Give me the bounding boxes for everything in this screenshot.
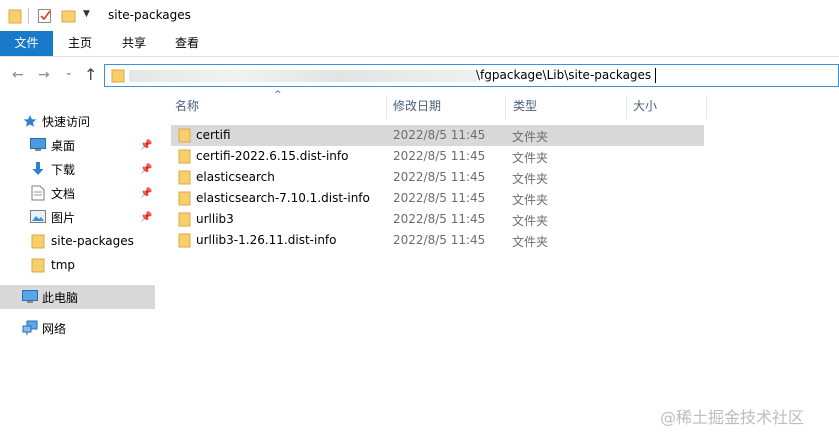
network-icon: [22, 320, 38, 339]
column-header-size[interactable]: 大小: [633, 93, 657, 120]
column-header-name[interactable]: 名称: [175, 93, 199, 120]
file-type: 文件夹: [512, 130, 549, 144]
column-divider[interactable]: [626, 95, 627, 119]
sidebar-item-documents[interactable]: 文档 📌: [0, 181, 155, 205]
sidebar-item-site-packages[interactable]: site-packages: [0, 229, 155, 253]
sidebar-item-label: tmp: [51, 258, 76, 272]
desktop-icon: [30, 138, 46, 155]
sidebar-item-downloads[interactable]: 下载 📌: [0, 157, 155, 181]
sidebar-item-label: 此电脑: [42, 290, 79, 305]
folder-icon: [31, 234, 45, 252]
file-type: 文件夹: [512, 235, 549, 249]
file-name: urllib3: [196, 212, 234, 226]
pictures-icon: [30, 210, 46, 227]
up-arrow-icon[interactable]: ↑: [84, 65, 97, 84]
table-row[interactable]: certifi 2022/8/5 11:45 文件夹: [171, 125, 704, 146]
sidebar-item-label: 图片: [51, 210, 76, 225]
table-row[interactable]: certifi-2022.6.15.dist-info 2022/8/5 11:…: [171, 146, 704, 167]
star-icon: [23, 114, 37, 131]
sidebar-item-label: 快速访问: [42, 114, 91, 129]
sidebar-item-label: site-packages: [51, 234, 134, 248]
properties-icon[interactable]: [37, 8, 53, 27]
file-type: 文件夹: [512, 193, 549, 207]
tab-share[interactable]: 共享: [114, 31, 154, 56]
folder-icon: [178, 170, 191, 188]
address-path[interactable]: \fgpackage\Lib\site-packages: [476, 68, 651, 82]
pin-icon[interactable]: 📌: [140, 164, 152, 175]
navigation-bar: ← → ⌄ ↑ \fgpackage\Lib\site-packages: [0, 57, 839, 93]
back-arrow-icon[interactable]: ←: [12, 67, 24, 83]
sidebar-item-quick-access[interactable]: 快速访问: [0, 109, 155, 133]
file-modified: 2022/8/5 11:45: [393, 212, 486, 226]
folder-icon: [31, 258, 45, 276]
address-bar[interactable]: \fgpackage\Lib\site-packages: [104, 64, 839, 87]
quick-access-separator: [28, 8, 29, 24]
file-modified: 2022/8/5 11:45: [393, 149, 486, 163]
pin-icon[interactable]: 📌: [140, 212, 152, 223]
column-divider[interactable]: [706, 95, 707, 119]
sidebar-item-tmp[interactable]: tmp: [0, 253, 155, 277]
folder-icon: [178, 128, 191, 146]
file-name: elasticsearch-7.10.1.dist-info: [196, 191, 370, 205]
column-header-modified[interactable]: 修改日期: [393, 93, 441, 120]
file-modified: 2022/8/5 11:45: [393, 128, 486, 142]
file-name: urllib3-1.26.11.dist-info: [196, 233, 337, 247]
recent-locations-chevron-icon[interactable]: ⌄: [65, 68, 73, 78]
sidebar-item-pictures[interactable]: 图片 📌: [0, 205, 155, 229]
file-type: 文件夹: [512, 172, 549, 186]
file-list: ^ 名称 修改日期 类型 大小 certifi 2022/8/5 11:45 文…: [158, 90, 839, 440]
address-redacted-segment: [129, 70, 477, 82]
table-row[interactable]: elasticsearch 2022/8/5 11:45 文件夹: [171, 167, 704, 188]
sidebar-item-this-pc[interactable]: 此电脑: [0, 285, 155, 309]
folder-icon: [178, 212, 191, 230]
table-row[interactable]: urllib3-1.26.11.dist-info 2022/8/5 11:45…: [171, 230, 704, 251]
pin-icon[interactable]: 📌: [140, 140, 152, 151]
folder-icon: [178, 191, 191, 209]
sidebar-item-label: 网络: [42, 321, 67, 336]
file-name: elasticsearch: [196, 170, 275, 184]
folder-icon: [111, 69, 125, 86]
computer-icon: [22, 290, 38, 307]
quick-access-dropdown-icon[interactable]: ▼: [83, 9, 90, 19]
sidebar-item-label: 文档: [51, 186, 76, 201]
folder-icon: [178, 149, 191, 167]
folder-icon: [178, 233, 191, 251]
sidebar-item-desktop[interactable]: 桌面 📌: [0, 133, 155, 157]
tab-home[interactable]: 主页: [60, 31, 100, 56]
window-title: site-packages: [108, 8, 191, 22]
sort-ascending-icon: ^: [274, 90, 282, 100]
column-divider[interactable]: [386, 95, 387, 119]
title-bar: ▼ site-packages: [0, 0, 839, 31]
pin-icon[interactable]: 📌: [140, 188, 152, 199]
text-caret: [655, 68, 656, 83]
file-type: 文件夹: [512, 151, 549, 165]
file-modified: 2022/8/5 11:45: [393, 191, 486, 205]
file-modified: 2022/8/5 11:45: [393, 170, 486, 184]
tab-file[interactable]: 文件: [0, 31, 53, 56]
file-type: 文件夹: [512, 214, 549, 228]
watermark: @稀土掘金技术社区: [660, 408, 805, 427]
tab-view[interactable]: 查看: [167, 31, 207, 56]
sidebar-item-label: 桌面: [51, 138, 76, 153]
new-folder-icon[interactable]: [61, 8, 77, 27]
table-row[interactable]: elasticsearch-7.10.1.dist-info 2022/8/5 …: [171, 188, 704, 209]
navigation-pane: 快速访问 桌面 📌 下载 📌 文档 📌 图片 📌 site-packages t…: [0, 93, 158, 440]
download-icon: [31, 161, 45, 180]
ribbon: 文件 主页 共享 查看: [0, 31, 839, 56]
folder-icon[interactable]: [8, 8, 22, 27]
document-icon: [31, 185, 45, 204]
column-header-type[interactable]: 类型: [513, 93, 537, 120]
table-row[interactable]: urllib3 2022/8/5 11:45 文件夹: [171, 209, 704, 230]
sidebar-item-label: 下载: [51, 162, 76, 177]
file-name: certifi: [196, 128, 231, 142]
file-modified: 2022/8/5 11:45: [393, 233, 486, 247]
column-divider[interactable]: [505, 95, 506, 119]
sidebar-item-network[interactable]: 网络: [0, 316, 155, 340]
forward-arrow-icon[interactable]: →: [38, 67, 50, 83]
file-name: certifi-2022.6.15.dist-info: [196, 149, 349, 163]
